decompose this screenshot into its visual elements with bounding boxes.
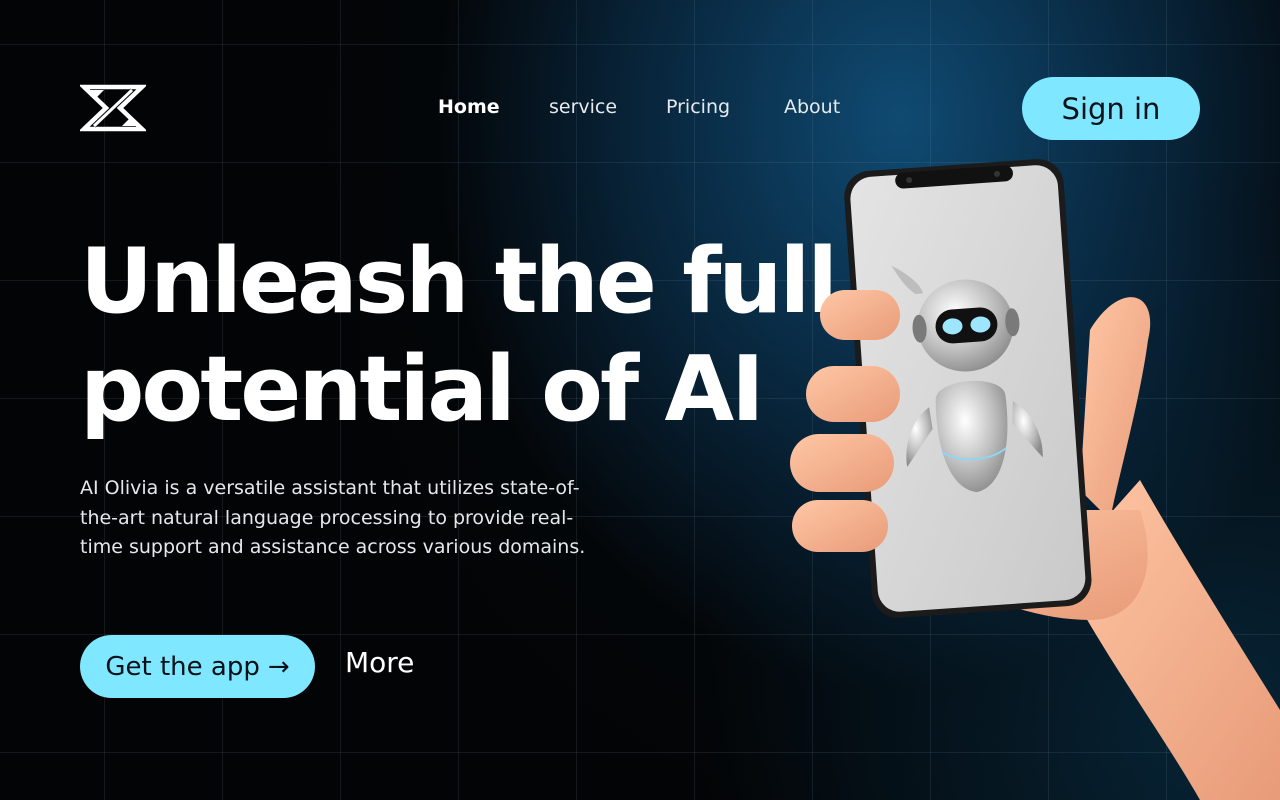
- hand-holding-phone-illustration: [790, 159, 1280, 800]
- arrow-right-icon: →: [267, 651, 290, 682]
- hero-headline-line-2: potential of AI: [80, 337, 765, 442]
- more-link[interactable]: More: [345, 646, 414, 679]
- nav-item-service[interactable]: service: [549, 96, 617, 118]
- nav-item-pricing[interactable]: Pricing: [666, 96, 730, 118]
- get-the-app-button[interactable]: Get the app →: [80, 635, 315, 698]
- hero-headline-line-1: Unleash the full: [80, 229, 838, 334]
- hero-description-line-3: time support and assistance across vario…: [80, 536, 586, 558]
- hero-description-line-2: the-art natural language processing to p…: [80, 506, 574, 529]
- x-arrows-logo-icon[interactable]: [80, 84, 146, 132]
- hero-description: AI Olivia is a versatile assistant that …: [80, 474, 680, 563]
- hero-headline: Unleash the full potential of AI: [80, 228, 838, 444]
- get-the-app-label: Get the app: [105, 651, 260, 682]
- hero-description-line-1: AI Olivia is a versatile assistant that …: [80, 477, 580, 499]
- sign-in-button[interactable]: Sign in: [1022, 77, 1200, 140]
- nav-item-home[interactable]: Home: [438, 96, 500, 118]
- nav-item-about[interactable]: About: [784, 96, 840, 118]
